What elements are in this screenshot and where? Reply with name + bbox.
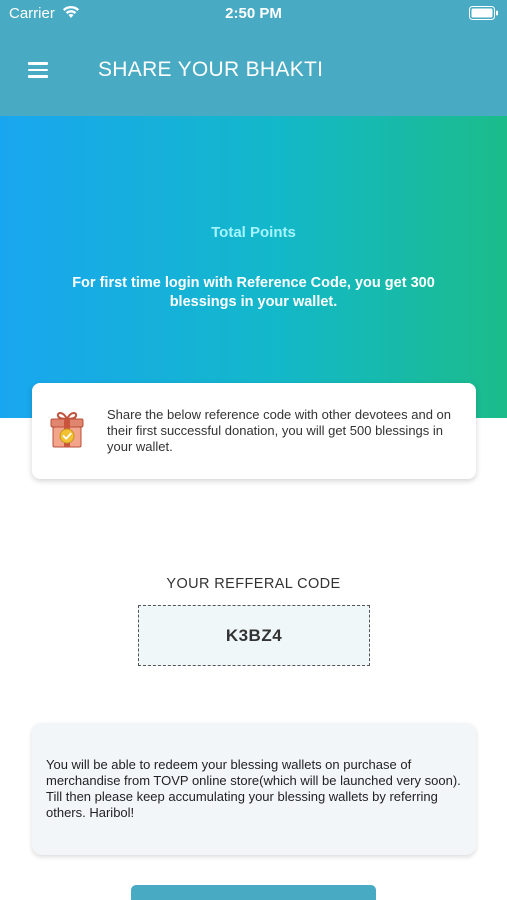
share-info-text: Share the below reference code with othe…: [107, 407, 452, 454]
reference-code-info: For first time login with Reference Code…: [72, 275, 435, 310]
referral-code-value[interactable]: K3BZ4: [226, 626, 282, 646]
hero-banner: Total Points For first time login with R…: [0, 116, 507, 418]
app-header: Carrier 2:50 PM SHARE YOUR BHAKTI: [0, 0, 507, 116]
page-title: SHARE YOUR BHAKTI: [98, 58, 324, 81]
status-bar: Carrier 2:50 PM: [0, 0, 507, 28]
referral-code-label: YOUR REFFERAL CODE: [166, 576, 341, 592]
total-points-label: Total Points: [211, 224, 296, 241]
redeem-note-card: You will be able to redeem your blessing…: [32, 723, 476, 855]
gift-icon: [50, 412, 84, 448]
battery-icon: [469, 6, 498, 20]
redeem-note-text: You will be able to redeem your blessing…: [46, 757, 461, 820]
referral-code-box[interactable]: K3BZ4: [138, 605, 370, 666]
hamburger-menu-icon[interactable]: [28, 62, 48, 78]
share-info-card: Share the below reference code with othe…: [32, 383, 476, 479]
share-button[interactable]: [131, 885, 376, 900]
status-time: 2:50 PM: [225, 5, 282, 22]
